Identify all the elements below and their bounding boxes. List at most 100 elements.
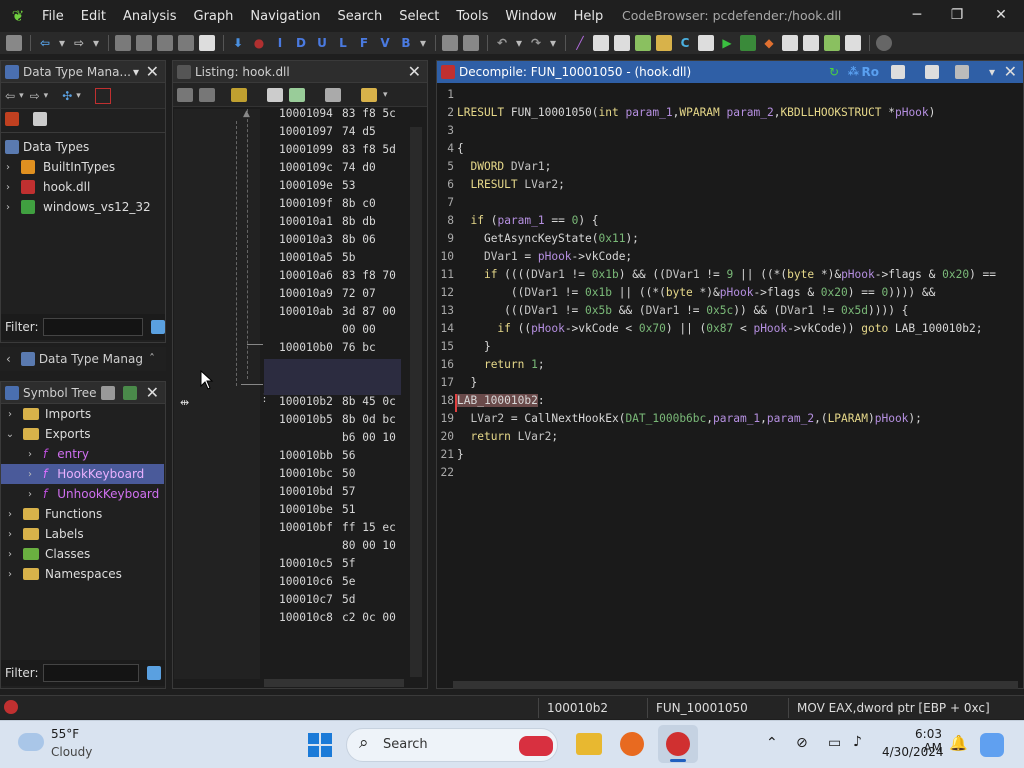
copy-icon[interactable] bbox=[177, 87, 193, 102]
refresh-tool-icon[interactable]: C bbox=[677, 35, 693, 51]
tree-item-namespaces[interactable]: › Namespaces bbox=[1, 564, 165, 584]
menu-search[interactable]: Search bbox=[338, 9, 383, 24]
read-only-icon[interactable]: Ro bbox=[862, 61, 879, 83]
table-tool-icon[interactable] bbox=[782, 35, 798, 51]
chevron-right-icon[interactable]: › bbox=[1, 182, 15, 193]
listing-row[interactable]: 100010bd 57 bbox=[279, 485, 355, 503]
listing-row[interactable]: 1000109c 74 d0 bbox=[279, 161, 376, 179]
l-icon[interactable]: L bbox=[335, 35, 351, 51]
back-dropdown-icon[interactable]: ▾ bbox=[58, 35, 66, 51]
nav-function-icon[interactable] bbox=[199, 35, 215, 51]
close-icon[interactable]: ✕ bbox=[408, 61, 421, 83]
listing-row[interactable]: 100010b0 76 bc bbox=[279, 341, 376, 359]
close-icon[interactable]: ✕ bbox=[146, 382, 159, 404]
tool-b-icon[interactable] bbox=[463, 35, 479, 51]
back-arrow-icon[interactable]: ⇦ bbox=[5, 89, 15, 103]
tree-item-hookdll[interactable]: › hook.dll bbox=[1, 177, 165, 197]
filter-options-icon[interactable] bbox=[151, 320, 165, 334]
chevron-right-icon[interactable]: › bbox=[23, 469, 37, 480]
tree-item-entry[interactable]: › f entry bbox=[1, 444, 165, 464]
code-line[interactable]: 9 GetAsyncKeyState(0x11); bbox=[440, 232, 1005, 250]
panel-menu-icon[interactable]: ▾ bbox=[133, 61, 139, 83]
listing-row[interactable]: 100010c8 c2 0c 00 bbox=[279, 611, 396, 629]
firefox-icon[interactable] bbox=[620, 732, 644, 756]
refresh-icon[interactable]: ↻ bbox=[829, 61, 839, 83]
listing-row[interactable]: 100010a9 72 07 bbox=[279, 287, 376, 305]
b-icon[interactable]: B bbox=[398, 35, 414, 51]
nav-data-icon[interactable] bbox=[115, 35, 131, 51]
menu-window[interactable]: Window bbox=[505, 9, 556, 24]
decompile-h-scrollbar[interactable] bbox=[453, 681, 1018, 689]
redo-dropdown-icon[interactable]: ▾ bbox=[549, 35, 557, 51]
chevron-right-icon[interactable]: › bbox=[1, 162, 15, 173]
undo-icon[interactable]: ↶ bbox=[494, 35, 510, 51]
b-dropdown-icon[interactable]: ▾ bbox=[419, 35, 427, 51]
nav-label-icon[interactable] bbox=[178, 35, 194, 51]
diamond-icon[interactable]: ◆ bbox=[761, 35, 777, 51]
code-line[interactable]: 21} bbox=[440, 448, 1005, 466]
code-line[interactable]: 4{ bbox=[440, 142, 1005, 160]
chevron-right-icon[interactable]: › bbox=[3, 409, 17, 420]
memory-tool-icon[interactable] bbox=[635, 35, 651, 51]
listing-row[interactable]: 100010bf ff 15 ec bbox=[279, 521, 396, 539]
archive-icon[interactable] bbox=[5, 112, 19, 126]
tree-item-imports[interactable]: › Imports bbox=[1, 404, 165, 424]
filter-off-icon[interactable] bbox=[94, 87, 111, 104]
create-namespace-icon[interactable] bbox=[101, 386, 115, 400]
code-line[interactable]: 10 DVar1 = pHook->vkCode; bbox=[440, 250, 1005, 268]
symbol-tree-filter-input[interactable] bbox=[42, 664, 139, 682]
tree-item-unhookkeyboard[interactable]: › f UnhookKeyboard bbox=[1, 484, 165, 504]
options-icon[interactable] bbox=[361, 87, 377, 102]
export-icon[interactable]: ⁂ bbox=[848, 61, 859, 83]
redo-icon[interactable]: ↷ bbox=[528, 35, 544, 51]
chevron-right-icon[interactable]: › bbox=[3, 549, 17, 560]
tree-item-functions[interactable]: › Functions bbox=[1, 504, 165, 524]
i-icon[interactable]: I bbox=[272, 35, 288, 51]
listing-overview-bar[interactable] bbox=[410, 127, 422, 677]
display-icon[interactable]: ▭ bbox=[828, 735, 841, 751]
tree-item-labels[interactable]: › Labels bbox=[1, 524, 165, 544]
chevron-left-icon[interactable]: ‹ bbox=[6, 352, 11, 366]
menu-edit[interactable]: Edit bbox=[81, 9, 106, 24]
snapshot-icon[interactable] bbox=[955, 65, 969, 79]
options-dropdown-icon[interactable]: ▾ bbox=[383, 90, 388, 100]
forward-dropdown-icon[interactable]: ▾ bbox=[44, 91, 49, 101]
network-icon[interactable]: ⊘ bbox=[796, 735, 808, 751]
maximize-button[interactable]: ❐ bbox=[940, 4, 974, 26]
back-arrow-icon[interactable]: ⇦ bbox=[37, 35, 53, 51]
copy-icon[interactable] bbox=[891, 65, 905, 79]
run-icon[interactable]: ▶ bbox=[719, 35, 735, 51]
code-area[interactable]: 1 2 LRESULT FUN_10001050(int param_1,WPARA… bbox=[440, 87, 1022, 677]
menu-tools[interactable]: Tools bbox=[456, 9, 488, 24]
wand-icon[interactable]: ╱ bbox=[572, 35, 588, 51]
arrows-dropdown-icon[interactable]: ▾ bbox=[76, 91, 81, 101]
data-type-manager-collapsed-tab[interactable]: ‹ Data Type Manag ˆ bbox=[0, 347, 166, 371]
highlight-icon[interactable] bbox=[231, 87, 247, 102]
chevron-right-icon[interactable]: › bbox=[1, 202, 15, 213]
code-line[interactable]: 17 } bbox=[440, 376, 1005, 394]
ghidra-taskbar-button[interactable] bbox=[658, 725, 698, 763]
graph-tool-icon[interactable] bbox=[698, 35, 714, 51]
code-line[interactable]: 7 bbox=[440, 196, 1005, 214]
down-arrow-icon[interactable]: ⬇ bbox=[230, 35, 246, 51]
f-icon[interactable]: F bbox=[356, 35, 372, 51]
listing-row[interactable]: 100010c6 5e bbox=[279, 575, 355, 593]
listing-row[interactable]: 100010b5 8b 0d bc bbox=[279, 413, 396, 431]
tree-item-hookkeyboard[interactable]: › f HookKeyboard bbox=[1, 464, 164, 484]
listing-row[interactable]: 100010ab 3d 87 00 bbox=[279, 305, 396, 323]
listing-row[interactable]: 10001097 74 d5 bbox=[279, 125, 376, 143]
stop-icon[interactable]: ● bbox=[251, 35, 267, 51]
chevron-down-icon[interactable]: ⌄ bbox=[3, 429, 17, 440]
status-console-icon[interactable] bbox=[4, 700, 18, 714]
forward-arrow-icon[interactable]: ⇨ bbox=[30, 89, 40, 103]
filter-options-icon[interactable] bbox=[146, 666, 161, 680]
diff-icon[interactable] bbox=[325, 87, 341, 102]
script-icon[interactable] bbox=[740, 35, 756, 51]
listing-row[interactable]: 100010a1 8b db bbox=[279, 215, 376, 233]
code-line[interactable]: 5 DWORD DVar1; bbox=[440, 160, 1005, 178]
menu-navigation[interactable]: Navigation bbox=[250, 9, 320, 24]
tool-a-icon[interactable] bbox=[442, 35, 458, 51]
data-type-filter-input[interactable] bbox=[42, 318, 144, 336]
chevron-up-icon[interactable]: ⌃ bbox=[766, 735, 778, 751]
chevron-right-icon[interactable]: › bbox=[23, 449, 37, 460]
